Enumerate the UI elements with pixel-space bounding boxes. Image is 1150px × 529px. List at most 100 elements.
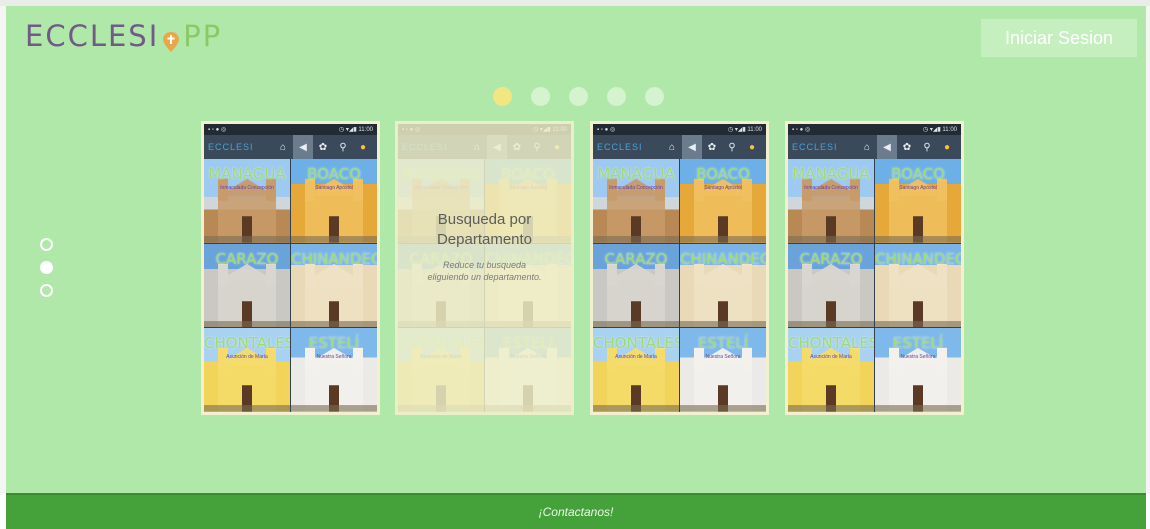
department-name: CHONTALES [593, 334, 679, 353]
department-name: CARAZO [215, 249, 279, 268]
section-nav-dot-3[interactable] [40, 284, 53, 297]
home-icon: ⌂ [279, 141, 287, 153]
department-church: Asunción de María [810, 354, 852, 361]
department-church: Santiago Apóstol [315, 185, 353, 191]
department-grid: MANAGUA Inmaculada Concepción BOACO Santia… [593, 159, 766, 412]
department-name: CHINANDEGA [875, 249, 961, 268]
department-name: ESTELÍ [308, 334, 360, 353]
department-tile: CHINANDEGA [680, 243, 766, 328]
phone-screenshot: ▪ ▫ ● ◎ ◷ ▾◢▮ 11:00 ECCLESI ⌂ ◀ ✿ ⚲ ● MANAGUA In… [788, 124, 961, 412]
phone-app-brand: ECCLESI [597, 142, 643, 152]
department-tile: CHONTALESAsunción de María [593, 328, 679, 412]
logo-text-right: PP [183, 19, 223, 53]
department-church: Santiago Apóstol [704, 185, 742, 191]
logo-pin-icon [161, 26, 181, 52]
carousel-dot-5[interactable] [645, 87, 664, 106]
phone-preview-card[interactable]: ▪ ▫ ● ◎ ◷ ▾◢▮ 11:00 ECCLESI ⌂ ◀ ✿ ⚲ ● MANAGUA In… [785, 121, 964, 415]
page-right-edge [1146, 6, 1150, 493]
department-tile: CARAZO [593, 243, 679, 328]
section-nav [40, 238, 53, 297]
department-tile: ESTELÍNuestra Señora [680, 328, 766, 412]
carousel-dot-1[interactable] [493, 87, 512, 106]
feature-card-search[interactable]: ▪ ▫ ● ◎◷ ▾◢▮ 11:00ECCLESI⌂◀✿⚲● MANAGUAIn… [395, 121, 574, 415]
department-name: BOACO [307, 165, 361, 183]
department-grid: MANAGUA Inmaculada Concepción BOACO Santia… [204, 159, 377, 412]
department-tile: MANAGUA Inmaculada Concepción [788, 159, 874, 243]
settings-icon: ✿ [707, 141, 717, 153]
department-name: MANAGUA [792, 165, 870, 183]
section-nav-dot-2[interactable] [40, 261, 53, 274]
site-logo[interactable]: ECCLESI PP [25, 19, 223, 53]
department-name: ESTELÍ [892, 334, 944, 353]
phone-app-bar: ECCLESI ⌂ ◀ ✿ ⚲ ● [788, 135, 961, 159]
carousel-pagination [493, 87, 664, 106]
department-church: Inmaculada Concepción [609, 185, 663, 191]
location-pin-icon: ● [748, 141, 756, 153]
status-icons: ▪ ▫ ● ◎ [597, 127, 616, 133]
department-tile: BOACO Santiago Apóstol [291, 159, 377, 243]
department-tile: CHINANDEGA [291, 243, 377, 328]
department-name: BOACO [891, 165, 945, 183]
phone-preview-card[interactable]: ▪ ▫ ● ◎ ◷ ▾◢▮ 11:00 ECCLESI ⌂ ◀ ✿ ⚲ ● MANAGUA In… [590, 121, 769, 415]
settings-icon: ✿ [902, 141, 912, 153]
carousel-dot-4[interactable] [607, 87, 626, 106]
department-church: Nuestra Señora [900, 354, 936, 361]
back-icon: ◀ [293, 135, 313, 159]
section-nav-dot-1[interactable] [40, 238, 53, 251]
department-tile: BOACO Santiago Apóstol [875, 159, 961, 243]
settings-icon: ✿ [318, 141, 328, 153]
phone-status-bar: ▪ ▫ ● ◎ ◷ ▾◢▮ 11:00 [204, 124, 377, 135]
department-church: Asunción de María [226, 354, 268, 361]
contact-link[interactable]: ¡Contactanos! [539, 505, 614, 519]
department-tile: ESTELÍNuestra Señora [291, 328, 377, 412]
department-name: ESTELÍ [697, 334, 749, 353]
phone-status-bar: ▪ ▫ ● ◎ ◷ ▾◢▮ 11:00 [593, 124, 766, 135]
department-church: Santiago Apóstol [899, 185, 937, 191]
home-icon: ⌂ [668, 141, 676, 153]
department-tile: CARAZO [204, 243, 290, 328]
department-church: Nuestra Señora [316, 354, 352, 361]
home-icon: ⌂ [863, 141, 871, 153]
phone-app-brand: ECCLESI [208, 142, 254, 152]
department-tile: ESTELÍNuestra Señora [875, 328, 961, 412]
status-time: ◷ ▾◢▮ 11:00 [727, 127, 762, 133]
status-icons: ▪ ▫ ● ◎ [792, 127, 811, 133]
department-name: CHINANDEGA [680, 249, 766, 268]
phone-app-brand: ECCLESI [792, 142, 838, 152]
hero-section [6, 6, 1146, 493]
department-church: Nuestra Señora [705, 354, 741, 361]
status-time: ◷ ▾◢▮ 11:00 [338, 127, 373, 133]
department-church: Inmaculada Concepción [220, 185, 274, 191]
department-name: MANAGUA [208, 165, 286, 183]
feature-overlay: Busqueda por Departamento Reduce tu busque… [398, 124, 571, 412]
phone-status-bar: ▪ ▫ ● ◎ ◷ ▾◢▮ 11:00 [788, 124, 961, 135]
phone-app-bar: ECCLESI ⌂ ◀ ✿ ⚲ ● [593, 135, 766, 159]
back-icon: ◀ [682, 135, 702, 159]
department-church: Inmaculada Concepción [804, 185, 858, 191]
location-pin-icon: ● [943, 141, 951, 153]
department-name: CHONTALES [788, 334, 874, 353]
department-tile: CARAZO [788, 243, 874, 328]
footer-bar: ¡Contactanos! [6, 493, 1146, 529]
feature-title: Busqueda por Departamento [436, 211, 533, 248]
back-icon: ◀ [877, 135, 897, 159]
phone-app-bar: ECCLESI ⌂ ◀ ✿ ⚲ ● [204, 135, 377, 159]
department-church: Asunción de María [615, 354, 657, 361]
phone-screenshot: ▪ ▫ ● ◎ ◷ ▾◢▮ 11:00 ECCLESI ⌂ ◀ ✿ ⚲ ● MANAGUA In… [204, 124, 377, 412]
department-tile: MANAGUA Inmaculada Concepción [593, 159, 679, 243]
department-tile: CHONTALESAsunción de María [204, 328, 290, 412]
department-name: MANAGUA [597, 165, 675, 183]
phone-preview-card[interactable]: ▪ ▫ ● ◎ ◷ ▾◢▮ 11:00 ECCLESI ⌂ ◀ ✿ ⚲ ● MANAGUA In… [201, 121, 380, 415]
search-icon: ⚲ [728, 141, 736, 153]
search-icon: ⚲ [923, 141, 931, 153]
department-name: BOACO [696, 165, 750, 183]
department-tile: BOACO Santiago Apóstol [680, 159, 766, 243]
phone-screenshot: ▪ ▫ ● ◎ ◷ ▾◢▮ 11:00 ECCLESI ⌂ ◀ ✿ ⚲ ● MANAGUA In… [593, 124, 766, 412]
login-button[interactable]: Iniciar Sesion [981, 19, 1137, 57]
department-name: CARAZO [604, 249, 668, 268]
carousel-dot-3[interactable] [569, 87, 588, 106]
search-icon: ⚲ [339, 141, 347, 153]
department-tile: CHONTALESAsunción de María [788, 328, 874, 412]
carousel-dot-2[interactable] [531, 87, 550, 106]
department-name: CHINANDEGA [291, 249, 377, 268]
